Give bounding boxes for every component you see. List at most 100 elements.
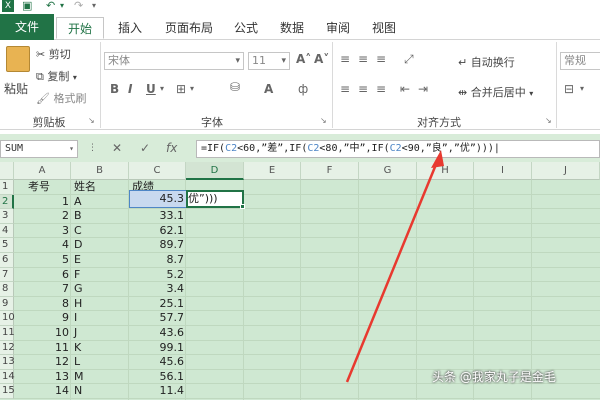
tab-review[interactable]: 审阅: [320, 17, 356, 39]
fill-color-icon[interactable]: ⛁: [230, 80, 240, 94]
column-header-c[interactable]: C: [129, 162, 186, 180]
cell-name[interactable]: N: [74, 384, 124, 399]
wrap-text-button[interactable]: ↵ 自动换行: [458, 54, 515, 70]
align-center-icon[interactable]: ≡: [358, 82, 368, 96]
cell-id[interactable]: 3: [14, 224, 69, 239]
cell-name[interactable]: G: [74, 282, 124, 297]
cell-score[interactable]: 11.4: [129, 384, 185, 399]
more-options-icon[interactable]: ⋮: [88, 143, 97, 153]
font-size-combo[interactable]: 11 ▾: [248, 52, 290, 70]
cell-score[interactable]: 33.1: [129, 209, 185, 224]
increase-indent-icon[interactable]: ⇥: [418, 82, 428, 96]
column-header-i[interactable]: I: [474, 162, 532, 180]
tab-data[interactable]: 数据: [274, 17, 310, 39]
row-header[interactable]: 8: [0, 282, 14, 297]
chevron-down-icon[interactable]: ▾: [160, 84, 164, 93]
cell-score[interactable]: 89.7: [129, 238, 185, 253]
align-middle-icon[interactable]: ≡: [358, 52, 368, 66]
tab-page-layout[interactable]: 页面布局: [158, 17, 220, 39]
name-box[interactable]: SUM ▾: [0, 140, 78, 158]
cell-score[interactable]: 56.1: [129, 370, 185, 385]
row-header[interactable]: 1: [0, 180, 14, 195]
cell-name[interactable]: F: [74, 268, 124, 283]
merge-center-button[interactable]: ⇹ 合并后居中 ▾: [458, 84, 533, 100]
column-header-d[interactable]: D: [186, 162, 244, 180]
cell-name[interactable]: I: [74, 311, 124, 326]
row-header[interactable]: 4: [0, 223, 14, 239]
cell-id[interactable]: 1: [14, 195, 69, 210]
column-header-h[interactable]: H: [417, 162, 474, 180]
row-header[interactable]: 12: [0, 340, 15, 356]
cut-button[interactable]: ✂ 剪切: [36, 46, 71, 62]
cell-name[interactable]: J: [74, 326, 124, 341]
row-header[interactable]: 9: [0, 296, 14, 312]
cell-score[interactable]: 5.2: [129, 268, 185, 283]
bold-button[interactable]: B: [110, 82, 119, 96]
cell-score[interactable]: 8.7: [129, 253, 185, 268]
tab-view[interactable]: 视图: [366, 17, 402, 39]
row-header[interactable]: 6: [0, 253, 14, 268]
cell-id[interactable]: 8: [14, 297, 69, 312]
cell-id[interactable]: 9: [14, 311, 69, 326]
column-header-g[interactable]: G: [359, 162, 417, 180]
underline-button[interactable]: U: [146, 82, 156, 96]
tab-formulas[interactable]: 公式: [228, 17, 264, 39]
cell-header[interactable]: 考号: [28, 180, 68, 195]
column-header-b[interactable]: B: [71, 162, 129, 180]
cell-c2[interactable]: 45.3: [129, 190, 187, 208]
cell-name[interactable]: H: [74, 297, 124, 312]
cell-name[interactable]: L: [74, 355, 124, 370]
cell-id[interactable]: 12: [14, 355, 69, 370]
cell-d2-editing[interactable]: 优”))): [186, 190, 245, 209]
cell-score[interactable]: 25.1: [129, 297, 185, 312]
cell-id[interactable]: 6: [14, 268, 69, 283]
worksheet[interactable]: A B C D E F G H I J 1 考号 姓名 成绩 2 1 A 3 2 B 33.1 4 3 C…: [0, 162, 600, 400]
cell-name[interactable]: M: [74, 370, 124, 385]
cell-id[interactable]: 2: [14, 209, 69, 224]
tab-file[interactable]: 文件: [0, 14, 54, 40]
alignment-launcher-icon[interactable]: ↘: [545, 116, 552, 125]
row-header[interactable]: 5: [0, 238, 14, 253]
font-launcher-icon[interactable]: ↘: [320, 116, 327, 125]
cell-id[interactable]: 7: [14, 282, 69, 297]
decrease-indent-icon[interactable]: ⇤: [400, 82, 410, 96]
cell-id[interactable]: 11: [14, 341, 69, 356]
row-header[interactable]: 15: [0, 384, 15, 399]
customize-qat-icon[interactable]: ▾: [92, 0, 96, 12]
row-header[interactable]: 7: [0, 267, 14, 283]
align-top-icon[interactable]: ≡: [340, 52, 350, 66]
row-header[interactable]: 11: [0, 326, 15, 341]
grow-font-icon[interactable]: A˄: [296, 52, 311, 66]
cell-score[interactable]: 57.7: [129, 311, 185, 326]
border-icon[interactable]: ⊞: [176, 82, 186, 96]
cell-id[interactable]: 14: [14, 384, 69, 399]
undo-dropdown-icon[interactable]: ▾: [60, 0, 64, 12]
save-icon[interactable]: ▣: [22, 0, 32, 12]
cell-score[interactable]: 3.4: [129, 282, 185, 297]
cell-score[interactable]: 62.1: [129, 224, 185, 239]
row-header[interactable]: 2: [0, 194, 14, 210]
paste-button[interactable]: 粘贴: [4, 80, 28, 97]
cell-name[interactable]: B: [74, 209, 124, 224]
row-header[interactable]: 13: [0, 355, 15, 370]
row-header[interactable]: 3: [0, 209, 14, 224]
font-name-combo[interactable]: 宋体 ▾: [104, 52, 244, 70]
format-painter-button[interactable]: 🖌 格式刷: [36, 90, 86, 106]
column-header-e[interactable]: E: [244, 162, 301, 180]
cell-id[interactable]: 4: [14, 238, 69, 253]
cell-id[interactable]: 10: [14, 326, 69, 341]
chevron-down-icon[interactable]: ▾: [580, 84, 584, 93]
cell-score[interactable]: 99.1: [129, 341, 185, 356]
cell-name[interactable]: K: [74, 341, 124, 356]
formula-input[interactable]: =IF(C2<60,”差”,IF(C2<80,”中”,IF(C2<90,”良”,…: [196, 140, 600, 158]
cancel-icon[interactable]: ✕: [112, 141, 122, 155]
row-header[interactable]: 14: [0, 369, 15, 385]
cell-name[interactable]: D: [74, 238, 124, 253]
undo-icon[interactable]: ↶: [46, 0, 55, 12]
column-header-f[interactable]: F: [301, 162, 359, 180]
align-bottom-icon[interactable]: ≡: [376, 52, 386, 66]
cell-name[interactable]: E: [74, 253, 124, 268]
enter-icon[interactable]: ✓: [140, 141, 150, 155]
cell-name[interactable]: C: [74, 224, 124, 239]
italic-button[interactable]: I: [128, 82, 132, 96]
